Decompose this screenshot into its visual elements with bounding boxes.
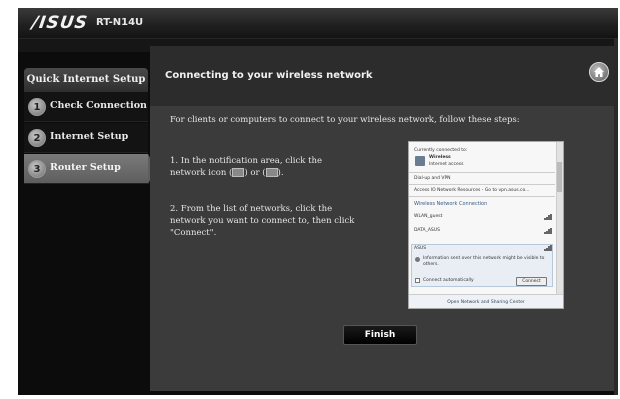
popup-network-data-asus: DATA_ASUS bbox=[414, 228, 440, 233]
popup-network-asus: ASUS bbox=[414, 246, 427, 251]
popup-access-remote: Access IO Network Resources - Go to vpn.… bbox=[414, 188, 530, 193]
popup-internet-access: Internet access bbox=[429, 162, 464, 167]
popup-wireless-conn: Wireless Network Connection bbox=[414, 201, 488, 207]
page-title: Connecting to your wireless network bbox=[165, 70, 373, 81]
sidebar-item-router-setup[interactable]: 3 Router Setup bbox=[24, 154, 156, 184]
sidebar-item-check-connection[interactable]: 1 Check Connection bbox=[24, 92, 148, 122]
step1-text: ) or ( bbox=[244, 168, 266, 178]
router-setup-window: /ISUS RT-N14U Quick Internet Setup 1 Che… bbox=[18, 8, 618, 395]
network-tray-icon bbox=[232, 168, 245, 177]
header-bar: /ISUS RT-N14U bbox=[18, 8, 618, 38]
popup-footer: Open Network and Sharing Center bbox=[409, 294, 563, 308]
step1-text: ). bbox=[277, 168, 284, 178]
instructions-intro: For clients or computers to connect to y… bbox=[170, 115, 520, 125]
signal-icon bbox=[544, 245, 552, 251]
popup-info: Information sent over this network might… bbox=[423, 256, 545, 267]
main-panel: Connecting to your wireless network For … bbox=[150, 46, 615, 391]
instruction-step-1: 1. In the notification area, click the n… bbox=[170, 155, 370, 179]
home-button[interactable] bbox=[589, 62, 609, 82]
sidebar-item-label: Internet Setup bbox=[50, 131, 129, 142]
info-icon bbox=[415, 257, 420, 262]
sidebar-item-label: Router Setup bbox=[50, 162, 121, 173]
signal-icon bbox=[544, 228, 552, 234]
step-2-icon: 2 bbox=[28, 129, 46, 147]
signal-icon bbox=[544, 214, 552, 220]
step1-text: network icon ( bbox=[170, 168, 233, 178]
step1-text: 1. In the notification area, click the bbox=[170, 156, 322, 166]
popup-connect-button: Connect bbox=[516, 277, 547, 286]
asus-logo: /ISUS bbox=[30, 13, 90, 33]
popup-wireless: Wireless bbox=[429, 155, 451, 160]
step-3-icon: 3 bbox=[28, 160, 46, 178]
sidebar: Quick Internet Setup 1 Check Connection … bbox=[24, 58, 156, 388]
popup-network-wlan-guest: WLAN_guest bbox=[414, 214, 443, 219]
popup-connect-auto: Connect automatically bbox=[423, 278, 474, 283]
instruction-step-2: 2. From the list of networks, click the … bbox=[170, 204, 355, 238]
monitor-icon bbox=[415, 156, 425, 166]
popup-dialup: Dial-up and VPN bbox=[414, 176, 451, 181]
panel-header: Connecting to your wireless network bbox=[150, 46, 615, 106]
home-icon bbox=[594, 67, 604, 77]
sidebar-item-internet-setup[interactable]: 2 Internet Setup bbox=[24, 123, 148, 153]
model-name: RT-N14U bbox=[96, 17, 144, 28]
connect-auto-checkbox bbox=[415, 278, 420, 283]
popup-scrollbar bbox=[556, 142, 563, 294]
network-tray-icon bbox=[265, 168, 278, 177]
finish-button[interactable]: Finish bbox=[343, 325, 417, 345]
window-scrollbar[interactable] bbox=[614, 38, 618, 395]
sidebar-item-label: Check Connection bbox=[50, 100, 147, 111]
step-1-icon: 1 bbox=[28, 98, 46, 116]
network-list-screenshot: Currently connected to: Wireless Interne… bbox=[408, 141, 564, 309]
popup-currently: Currently connected to: bbox=[414, 148, 468, 153]
sidebar-title: Quick Internet Setup bbox=[24, 68, 148, 92]
